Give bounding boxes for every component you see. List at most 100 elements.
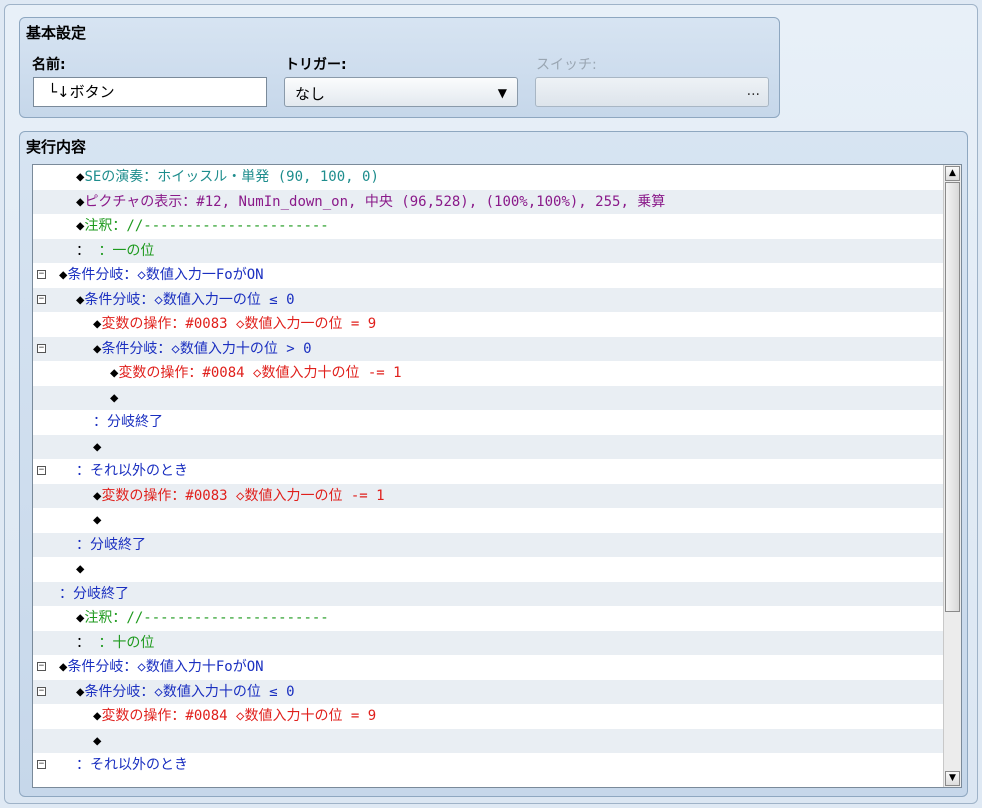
command-segment: 条件分岐：◇数値入力一FoがON xyxy=(67,267,264,283)
command-bullet-icon: ◆ xyxy=(110,389,119,406)
collapse-toggle-icon[interactable]: − xyxy=(37,343,46,353)
command-row[interactable]: ◆変数の操作：#0084 ◇数値入力十の位 = 9 xyxy=(33,704,961,729)
command-text: ：それ以外のとき xyxy=(76,459,188,484)
command-text: ： ：十の位 xyxy=(76,631,154,656)
command-row[interactable]: ：分岐終了 xyxy=(33,532,961,558)
command-row[interactable]: ◆変数の操作：#0083 ◇数値入力一の位 -= 1 xyxy=(33,483,961,509)
collapse-toggle-icon[interactable]: − xyxy=(37,270,46,279)
command-text: ◆条件分岐：◇数値入力一の位 ≤ 0 xyxy=(76,288,295,313)
chevron-down-icon: ▼ xyxy=(497,86,507,100)
command-row[interactable]: ◆ xyxy=(33,557,961,582)
command-text: ： ：一の位 xyxy=(76,239,154,264)
command-text: ：分岐終了 xyxy=(76,533,146,558)
collapse-toggle-icon[interactable]: − xyxy=(37,686,46,696)
command-row[interactable]: ◆ xyxy=(33,508,961,533)
trigger-label: トリガー: xyxy=(285,57,347,73)
command-segment: ： xyxy=(76,634,99,651)
command-segment: 変数の操作：#0084 ◇数値入力十の位 = 9 xyxy=(101,708,377,724)
scroll-up-button[interactable]: ▲ xyxy=(945,166,960,181)
command-segment: 注釈：//---------------------- xyxy=(84,218,329,234)
command-row[interactable]: ◆ xyxy=(33,434,961,460)
command-text: ：分岐終了 xyxy=(93,410,163,435)
command-text: ◆ xyxy=(93,729,101,754)
command-text: ◆注釈：//---------------------- xyxy=(76,606,329,631)
command-text: ◆ xyxy=(93,435,101,460)
command-row[interactable]: − ：それ以外のとき xyxy=(33,753,961,778)
command-text: ◆ xyxy=(93,508,101,533)
command-row[interactable]: ◆ xyxy=(33,385,961,411)
command-row[interactable]: ◆SEの演奏：ホイッスル・単発 (90, 100, 0) xyxy=(33,165,961,190)
collapse-toggle-icon[interactable]: − xyxy=(37,466,46,475)
command-text: ◆条件分岐：◇数値入力十の位 ≤ 0 xyxy=(76,680,295,705)
switch-selector: ... xyxy=(535,77,769,107)
basic-settings-title: 基本設定 xyxy=(26,24,87,42)
collapse-toggle-icon[interactable]: − xyxy=(37,760,46,769)
command-list[interactable]: ◆SEの演奏：ホイッスル・単発 (90, 100, 0) ◆ピクチャの表示：#12… xyxy=(32,164,962,788)
command-segment: 条件分岐：◇数値入力十の位 > 0 xyxy=(101,340,312,357)
command-text: ◆注釈：//---------------------- xyxy=(76,214,329,239)
scroll-down-button[interactable]: ▼ xyxy=(945,771,960,786)
basic-settings-panel: 基本設定 名前: └↓ボタン トリガー: なし ▼ スイッチ: ... xyxy=(19,17,780,118)
command-row[interactable]: ◆ xyxy=(33,728,961,754)
command-segment: ：一の位 xyxy=(98,242,155,259)
command-text: ◆変数の操作：#0084 ◇数値入力十の位 -= 1 xyxy=(110,361,402,386)
command-row[interactable]: ： ：十の位 xyxy=(33,630,961,656)
command-row[interactable]: ：分岐終了 xyxy=(33,410,961,435)
command-text: ◆ xyxy=(76,557,84,582)
command-text: ◆ピクチャの表示：#12, NumIn_down_on, 中央 (96,528)… xyxy=(76,190,665,215)
trigger-select[interactable]: なし ▼ xyxy=(284,77,518,107)
collapse-toggle-icon[interactable]: − xyxy=(37,662,46,671)
command-row[interactable]: − ◆条件分岐：◇数値入力十の位 > 0 xyxy=(33,336,961,362)
contents-title: 実行内容 xyxy=(26,138,87,156)
command-segment: ：それ以外のとき xyxy=(76,757,188,773)
command-bullet-icon: ◆ xyxy=(93,732,102,749)
command-row[interactable]: ◆ピクチャの表示：#12, NumIn_down_on, 中央 (96,528)… xyxy=(33,189,961,215)
command-text: ◆変数の操作：#0084 ◇数値入力十の位 = 9 xyxy=(93,704,376,729)
command-row[interactable]: ：分岐終了 xyxy=(33,581,961,607)
switch-label: スイッチ: xyxy=(536,57,597,73)
command-segment: 条件分岐：◇数値入力十FoがON xyxy=(67,659,264,675)
command-text: ◆条件分岐：◇数値入力十の位 > 0 xyxy=(93,337,312,362)
command-segment: 条件分岐：◇数値入力一の位 ≤ 0 xyxy=(84,291,295,308)
command-row[interactable]: − ：それ以外のとき xyxy=(33,459,961,484)
command-rows: ◆SEの演奏：ホイッスル・単発 (90, 100, 0) ◆ピクチャの表示：#12… xyxy=(33,165,961,778)
command-segment: 変数の操作：#0084 ◇数値入力十の位 -= 1 xyxy=(118,365,402,381)
command-segment: 注釈：//---------------------- xyxy=(84,610,329,626)
command-segment: ：分岐終了 xyxy=(93,414,163,430)
command-row[interactable]: ： ：一の位 xyxy=(33,238,961,264)
command-row[interactable]: ◆変数の操作：#0084 ◇数値入力十の位 -= 1 xyxy=(33,361,961,386)
command-text: ◆SEの演奏：ホイッスル・単発 (90, 100, 0) xyxy=(76,165,379,190)
command-segment: ：それ以外のとき xyxy=(76,463,188,479)
collapse-toggle-icon[interactable]: − xyxy=(37,294,46,304)
command-segment: ：分岐終了 xyxy=(59,585,129,602)
command-text: ：分岐終了 xyxy=(59,582,129,607)
command-text: ◆ xyxy=(110,386,118,411)
contents-panel: 実行内容 ◆SEの演奏：ホイッスル・単発 (90, 100, 0) ◆ピクチャの表… xyxy=(19,131,968,797)
command-bullet-icon: ◆ xyxy=(93,512,102,528)
command-segment: 変数の操作：#0083 ◇数値入力一の位 = 9 xyxy=(101,316,377,332)
command-text: ◆条件分岐：◇数値入力一FoがON xyxy=(59,263,264,288)
command-segment: 条件分岐：◇数値入力十の位 ≤ 0 xyxy=(84,683,295,700)
name-field[interactable]: └↓ボタン xyxy=(33,77,267,107)
command-segment: SEの演奏：ホイッスル・単発 (90, 100, 0) xyxy=(84,169,379,185)
command-row[interactable]: ◆注釈：//---------------------- xyxy=(33,606,961,631)
command-bullet-icon: ◆ xyxy=(76,561,85,577)
vertical-scrollbar[interactable]: ▲ ▼ xyxy=(943,165,961,787)
command-text: ◆条件分岐：◇数値入力十FoがON xyxy=(59,655,264,680)
command-segment: ：十の位 xyxy=(98,634,155,651)
command-text: ◆変数の操作：#0083 ◇数値入力一の位 = 9 xyxy=(93,312,376,337)
switch-browse-button: ... xyxy=(746,83,760,99)
command-bullet-icon: ◆ xyxy=(93,438,102,455)
command-row[interactable]: ◆変数の操作：#0083 ◇数値入力一の位 = 9 xyxy=(33,312,961,337)
command-row[interactable]: ◆注釈：//---------------------- xyxy=(33,214,961,239)
scroll-thumb[interactable] xyxy=(945,182,960,612)
command-row[interactable]: − ◆条件分岐：◇数値入力一FoがON xyxy=(33,263,961,288)
command-text: ◆変数の操作：#0083 ◇数値入力一の位 -= 1 xyxy=(93,484,385,509)
command-segment: ピクチャの表示：#12, NumIn_down_on, 中央 (96,528),… xyxy=(84,193,666,210)
command-row[interactable]: − ◆条件分岐：◇数値入力十FoがON xyxy=(33,655,961,680)
command-segment: ： xyxy=(76,242,99,259)
command-text: ：それ以外のとき xyxy=(76,753,188,778)
event-editor-window: 基本設定 名前: └↓ボタン トリガー: なし ▼ スイッチ: ... 実行内容… xyxy=(4,4,978,804)
command-row[interactable]: − ◆条件分岐：◇数値入力一の位 ≤ 0 xyxy=(33,287,961,313)
command-row[interactable]: − ◆条件分岐：◇数値入力十の位 ≤ 0 xyxy=(33,679,961,705)
